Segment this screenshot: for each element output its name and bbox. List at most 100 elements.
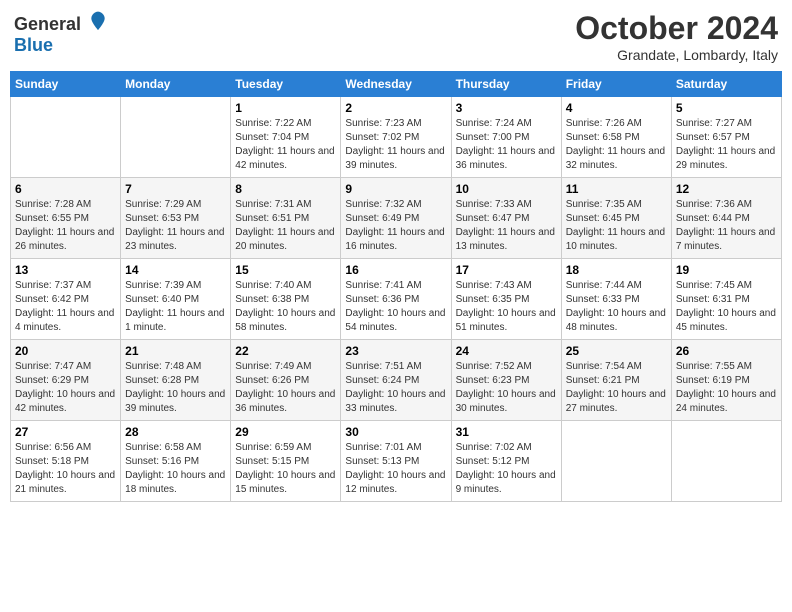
day-info: Sunrise: 7:39 AMSunset: 6:40 PMDaylight:… [125, 279, 226, 335]
calendar-cell: 1 Sunrise: 7:22 AMSunset: 7:04 PMDayligh… [231, 97, 341, 178]
calendar-cell: 2 Sunrise: 7:23 AMSunset: 7:02 PMDayligh… [341, 97, 451, 178]
calendar-header-row: SundayMondayTuesdayWednesdayThursdayFrid… [11, 72, 782, 97]
day-number: 13 [15, 263, 116, 277]
calendar-cell: 13 Sunrise: 7:37 AMSunset: 6:42 PMDaylig… [11, 259, 121, 340]
calendar-cell: 24 Sunrise: 7:52 AMSunset: 6:23 PMDaylig… [451, 340, 561, 421]
day-info: Sunrise: 6:59 AMSunset: 5:15 PMDaylight:… [235, 441, 336, 497]
day-info: Sunrise: 7:27 AMSunset: 6:57 PMDaylight:… [676, 117, 777, 173]
day-info: Sunrise: 7:22 AMSunset: 7:04 PMDaylight:… [235, 117, 336, 173]
calendar-cell: 25 Sunrise: 7:54 AMSunset: 6:21 PMDaylig… [561, 340, 671, 421]
calendar-cell: 3 Sunrise: 7:24 AMSunset: 7:00 PMDayligh… [451, 97, 561, 178]
month-title: October 2024 [575, 10, 778, 47]
calendar-table: SundayMondayTuesdayWednesdayThursdayFrid… [10, 71, 782, 502]
day-info: Sunrise: 7:02 AMSunset: 5:12 PMDaylight:… [456, 441, 557, 497]
day-info: Sunrise: 7:47 AMSunset: 6:29 PMDaylight:… [15, 360, 116, 416]
calendar-cell: 22 Sunrise: 7:49 AMSunset: 6:26 PMDaylig… [231, 340, 341, 421]
day-number: 22 [235, 344, 336, 358]
calendar-cell: 16 Sunrise: 7:41 AMSunset: 6:36 PMDaylig… [341, 259, 451, 340]
day-number: 8 [235, 182, 336, 196]
calendar-cell: 7 Sunrise: 7:29 AMSunset: 6:53 PMDayligh… [121, 178, 231, 259]
calendar-cell: 11 Sunrise: 7:35 AMSunset: 6:45 PMDaylig… [561, 178, 671, 259]
calendar-week-row: 6 Sunrise: 7:28 AMSunset: 6:55 PMDayligh… [11, 178, 782, 259]
calendar-cell: 5 Sunrise: 7:27 AMSunset: 6:57 PMDayligh… [671, 97, 781, 178]
day-number: 3 [456, 101, 557, 115]
calendar-week-row: 27 Sunrise: 6:56 AMSunset: 5:18 PMDaylig… [11, 421, 782, 502]
weekday-header-monday: Monday [121, 72, 231, 97]
day-info: Sunrise: 7:23 AMSunset: 7:02 PMDaylight:… [345, 117, 446, 173]
calendar-cell: 21 Sunrise: 7:48 AMSunset: 6:28 PMDaylig… [121, 340, 231, 421]
calendar-cell: 31 Sunrise: 7:02 AMSunset: 5:12 PMDaylig… [451, 421, 561, 502]
calendar-cell: 17 Sunrise: 7:43 AMSunset: 6:35 PMDaylig… [451, 259, 561, 340]
day-info: Sunrise: 6:58 AMSunset: 5:16 PMDaylight:… [125, 441, 226, 497]
weekday-header-saturday: Saturday [671, 72, 781, 97]
day-number: 15 [235, 263, 336, 277]
day-info: Sunrise: 7:52 AMSunset: 6:23 PMDaylight:… [456, 360, 557, 416]
day-info: Sunrise: 7:40 AMSunset: 6:38 PMDaylight:… [235, 279, 336, 335]
day-number: 10 [456, 182, 557, 196]
calendar-cell: 19 Sunrise: 7:45 AMSunset: 6:31 PMDaylig… [671, 259, 781, 340]
day-info: Sunrise: 7:31 AMSunset: 6:51 PMDaylight:… [235, 198, 336, 254]
calendar-cell: 4 Sunrise: 7:26 AMSunset: 6:58 PMDayligh… [561, 97, 671, 178]
day-info: Sunrise: 7:54 AMSunset: 6:21 PMDaylight:… [566, 360, 667, 416]
location-title: Grandate, Lombardy, Italy [575, 47, 778, 63]
day-number: 24 [456, 344, 557, 358]
calendar-cell: 10 Sunrise: 7:33 AMSunset: 6:47 PMDaylig… [451, 178, 561, 259]
day-number: 20 [15, 344, 116, 358]
calendar-cell: 28 Sunrise: 6:58 AMSunset: 5:16 PMDaylig… [121, 421, 231, 502]
day-number: 12 [676, 182, 777, 196]
day-info: Sunrise: 7:55 AMSunset: 6:19 PMDaylight:… [676, 360, 777, 416]
day-number: 21 [125, 344, 226, 358]
day-info: Sunrise: 7:35 AMSunset: 6:45 PMDaylight:… [566, 198, 667, 254]
day-info: Sunrise: 7:26 AMSunset: 6:58 PMDaylight:… [566, 117, 667, 173]
day-number: 14 [125, 263, 226, 277]
calendar-week-row: 1 Sunrise: 7:22 AMSunset: 7:04 PMDayligh… [11, 97, 782, 178]
calendar-cell: 12 Sunrise: 7:36 AMSunset: 6:44 PMDaylig… [671, 178, 781, 259]
day-info: Sunrise: 6:56 AMSunset: 5:18 PMDaylight:… [15, 441, 116, 497]
day-info: Sunrise: 7:44 AMSunset: 6:33 PMDaylight:… [566, 279, 667, 335]
day-number: 18 [566, 263, 667, 277]
day-number: 27 [15, 425, 116, 439]
title-block: October 2024 Grandate, Lombardy, Italy [575, 10, 778, 63]
calendar-cell: 18 Sunrise: 7:44 AMSunset: 6:33 PMDaylig… [561, 259, 671, 340]
day-info: Sunrise: 7:24 AMSunset: 7:00 PMDaylight:… [456, 117, 557, 173]
day-number: 1 [235, 101, 336, 115]
calendar-cell: 23 Sunrise: 7:51 AMSunset: 6:24 PMDaylig… [341, 340, 451, 421]
day-number: 17 [456, 263, 557, 277]
day-info: Sunrise: 7:51 AMSunset: 6:24 PMDaylight:… [345, 360, 446, 416]
day-info: Sunrise: 7:37 AMSunset: 6:42 PMDaylight:… [15, 279, 116, 335]
calendar-cell: 14 Sunrise: 7:39 AMSunset: 6:40 PMDaylig… [121, 259, 231, 340]
calendar-cell [11, 97, 121, 178]
day-number: 23 [345, 344, 446, 358]
calendar-cell: 26 Sunrise: 7:55 AMSunset: 6:19 PMDaylig… [671, 340, 781, 421]
day-info: Sunrise: 7:32 AMSunset: 6:49 PMDaylight:… [345, 198, 446, 254]
day-number: 2 [345, 101, 446, 115]
day-number: 5 [676, 101, 777, 115]
logo-icon [88, 10, 108, 30]
calendar-week-row: 13 Sunrise: 7:37 AMSunset: 6:42 PMDaylig… [11, 259, 782, 340]
day-number: 4 [566, 101, 667, 115]
day-info: Sunrise: 7:41 AMSunset: 6:36 PMDaylight:… [345, 279, 446, 335]
calendar-cell: 29 Sunrise: 6:59 AMSunset: 5:15 PMDaylig… [231, 421, 341, 502]
calendar-cell: 6 Sunrise: 7:28 AMSunset: 6:55 PMDayligh… [11, 178, 121, 259]
day-number: 7 [125, 182, 226, 196]
day-number: 16 [345, 263, 446, 277]
day-number: 28 [125, 425, 226, 439]
logo: General Blue [14, 10, 108, 56]
day-info: Sunrise: 7:45 AMSunset: 6:31 PMDaylight:… [676, 279, 777, 335]
logo-general: General [14, 14, 81, 34]
day-number: 30 [345, 425, 446, 439]
day-number: 31 [456, 425, 557, 439]
calendar-cell [561, 421, 671, 502]
calendar-cell: 8 Sunrise: 7:31 AMSunset: 6:51 PMDayligh… [231, 178, 341, 259]
weekday-header-friday: Friday [561, 72, 671, 97]
calendar-cell: 30 Sunrise: 7:01 AMSunset: 5:13 PMDaylig… [341, 421, 451, 502]
weekday-header-tuesday: Tuesday [231, 72, 341, 97]
day-info: Sunrise: 7:49 AMSunset: 6:26 PMDaylight:… [235, 360, 336, 416]
day-info: Sunrise: 7:33 AMSunset: 6:47 PMDaylight:… [456, 198, 557, 254]
calendar-week-row: 20 Sunrise: 7:47 AMSunset: 6:29 PMDaylig… [11, 340, 782, 421]
calendar-cell: 15 Sunrise: 7:40 AMSunset: 6:38 PMDaylig… [231, 259, 341, 340]
page-header: General Blue October 2024 Grandate, Lomb… [10, 10, 782, 63]
calendar-cell: 9 Sunrise: 7:32 AMSunset: 6:49 PMDayligh… [341, 178, 451, 259]
day-number: 26 [676, 344, 777, 358]
day-info: Sunrise: 7:29 AMSunset: 6:53 PMDaylight:… [125, 198, 226, 254]
